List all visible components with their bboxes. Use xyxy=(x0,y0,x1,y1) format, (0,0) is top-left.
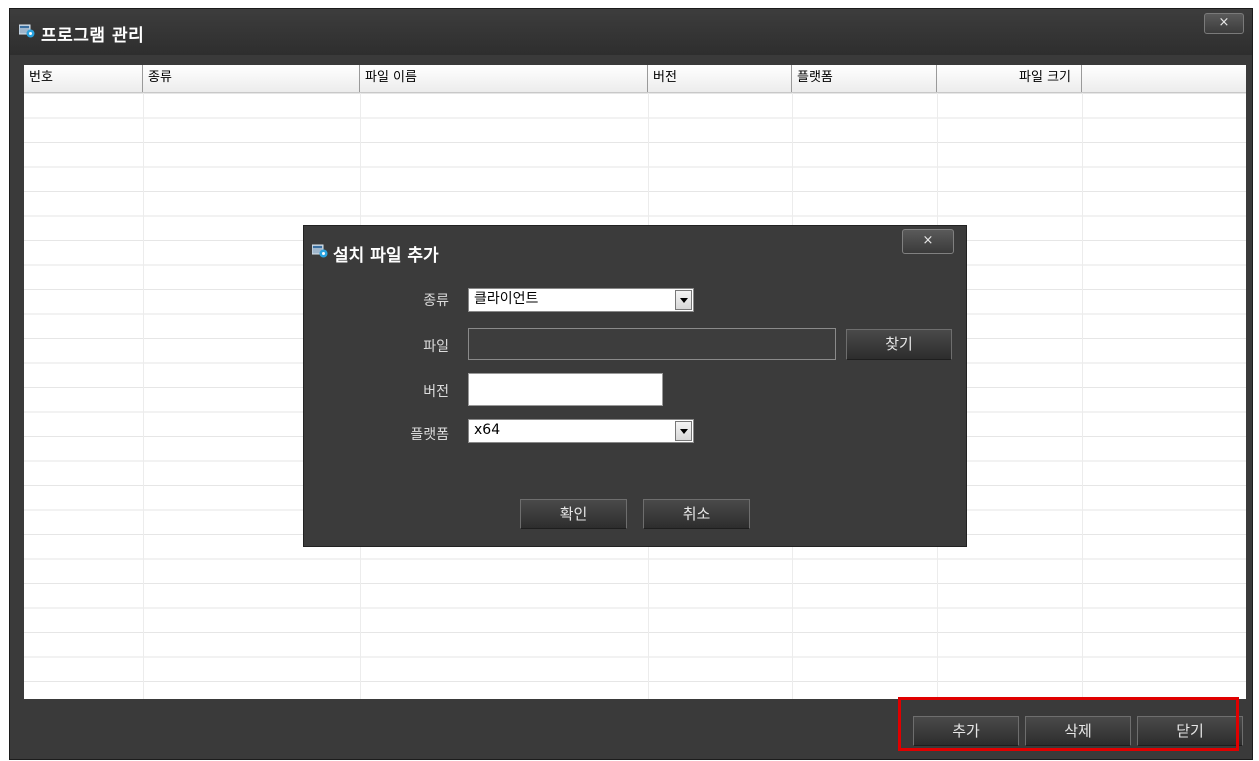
chevron-down-icon[interactable] xyxy=(675,290,692,310)
close-icon: × xyxy=(1218,15,1230,30)
grid-header: 번호 종류 파일 이름 버전 플랫폼 파일 크기 xyxy=(24,65,1246,93)
dialog-close-button[interactable]: × xyxy=(902,229,954,254)
platform-label: 플랫폼 xyxy=(410,427,449,443)
platform-select-value: x64 xyxy=(474,422,501,438)
settings-window-icon xyxy=(312,244,328,258)
window-title: 프로그램 관리 xyxy=(41,26,145,46)
platform-select[interactable]: x64 xyxy=(468,419,694,443)
type-select-value: 클라이언트 xyxy=(474,291,539,307)
title-bar: 프로그램 관리 × xyxy=(10,9,1252,55)
type-select[interactable]: 클라이언트 xyxy=(468,288,694,312)
grid-column-divider xyxy=(143,93,144,699)
dialog-title: 설치 파일 추가 xyxy=(333,246,439,266)
settings-window-icon xyxy=(19,24,35,38)
dialog-title-bar: 설치 파일 추가 × xyxy=(304,226,966,270)
column-header-version[interactable]: 버전 xyxy=(648,65,792,92)
window-close-button[interactable]: × xyxy=(1204,13,1244,34)
version-field[interactable] xyxy=(468,373,663,406)
file-label: 파일 xyxy=(423,339,449,355)
highlight-annotation xyxy=(898,697,1239,751)
ok-button[interactable]: 확인 xyxy=(520,499,627,529)
cancel-button[interactable]: 취소 xyxy=(643,499,750,529)
close-icon: × xyxy=(922,233,934,248)
add-install-file-dialog: 설치 파일 추가 × 종류 클라이언트 파일 찾기 버전 플랫폼 x64 확인 … xyxy=(303,225,967,547)
column-header-type[interactable]: 종류 xyxy=(143,65,360,92)
chevron-down-icon[interactable] xyxy=(675,421,692,441)
column-header-filesize[interactable]: 파일 크기 xyxy=(937,65,1082,92)
file-path-field[interactable] xyxy=(468,328,836,360)
browse-button[interactable]: 찾기 xyxy=(846,329,952,360)
grid-column-divider xyxy=(1082,93,1083,699)
column-header-platform[interactable]: 플랫폼 xyxy=(792,65,937,92)
column-header-number[interactable]: 번호 xyxy=(24,65,143,92)
type-label: 종류 xyxy=(423,293,449,309)
version-label: 버전 xyxy=(423,384,449,400)
column-header-filename[interactable]: 파일 이름 xyxy=(360,65,648,92)
